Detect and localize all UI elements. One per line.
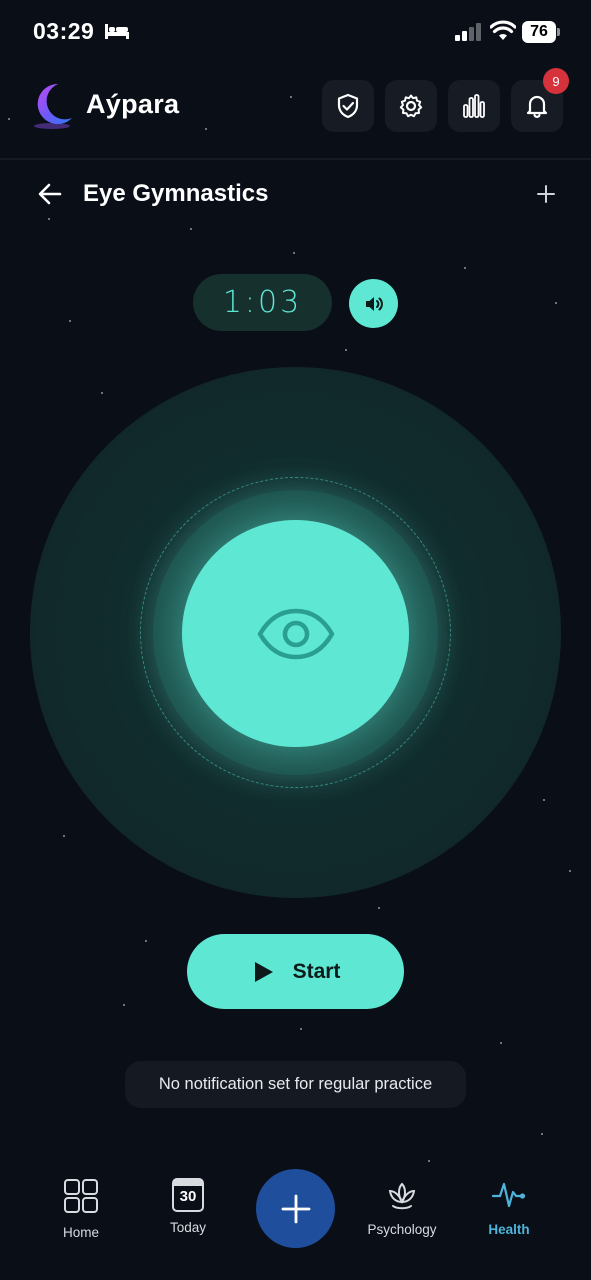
add-icon[interactable]: [535, 183, 557, 205]
wifi-icon: [490, 20, 516, 40]
nav-label-psychology: Psychology: [367, 1222, 437, 1237]
notification-badge: 9: [543, 68, 569, 94]
nav-label-health: Health: [488, 1222, 530, 1237]
speaker-icon: [365, 296, 383, 311]
play-icon: [254, 961, 273, 982]
heartbeat-icon: [491, 1182, 526, 1208]
nav-item-home[interactable]: Home: [31, 1178, 131, 1240]
nav-label-today: Today: [169, 1220, 207, 1235]
page-title: Eye Gymnastics: [83, 180, 269, 207]
nav-item-health[interactable]: Health: [459, 1178, 559, 1237]
crescent-moon-logo-icon: [34, 83, 72, 129]
eye-icon: [257, 608, 334, 659]
nav-item-psychology[interactable]: Psychology: [352, 1178, 452, 1237]
app-header: Aýpara 9: [0, 64, 591, 160]
timer-display: 1:03: [193, 274, 332, 331]
battery-level: 76: [522, 21, 556, 43]
app-title: Aýpara: [86, 89, 180, 119]
start-button-label: Start: [292, 959, 341, 983]
add-fab-button[interactable]: [256, 1169, 335, 1248]
sound-toggle-button[interactable]: [349, 279, 398, 328]
nav-item-today[interactable]: 30 Today: [138, 1178, 238, 1235]
back-arrow-icon[interactable]: [36, 180, 64, 208]
plus-icon: [281, 1194, 310, 1223]
battery-indicator: 76: [522, 21, 560, 43]
shield-check-icon: [337, 93, 359, 119]
grid-icon: [64, 1179, 98, 1213]
status-bar: 03:29 76: [0, 0, 591, 64]
bed-icon: [105, 24, 129, 39]
nav-label-home: Home: [62, 1225, 99, 1240]
gear-icon: [399, 94, 423, 118]
settings-button[interactable]: [385, 80, 437, 132]
bottom-navigation: Home 30 Today Psychology Health: [0, 1160, 591, 1280]
bell-icon: [526, 95, 548, 118]
notification-status-note[interactable]: No notification set for regular practice: [125, 1061, 466, 1108]
calendar-icon: 30: [172, 1178, 204, 1212]
calendar-day: 30: [179, 1188, 197, 1205]
start-button[interactable]: Start: [187, 934, 404, 1009]
exercise-core-circle: [182, 520, 409, 747]
signal-icon: [455, 23, 481, 41]
bar-chart-icon: [463, 94, 485, 118]
shield-button[interactable]: [322, 80, 374, 132]
notifications-button[interactable]: 9: [511, 68, 569, 132]
status-time: 03:29: [33, 18, 95, 44]
statistics-button[interactable]: [448, 80, 500, 132]
lotus-icon: [388, 1182, 416, 1210]
